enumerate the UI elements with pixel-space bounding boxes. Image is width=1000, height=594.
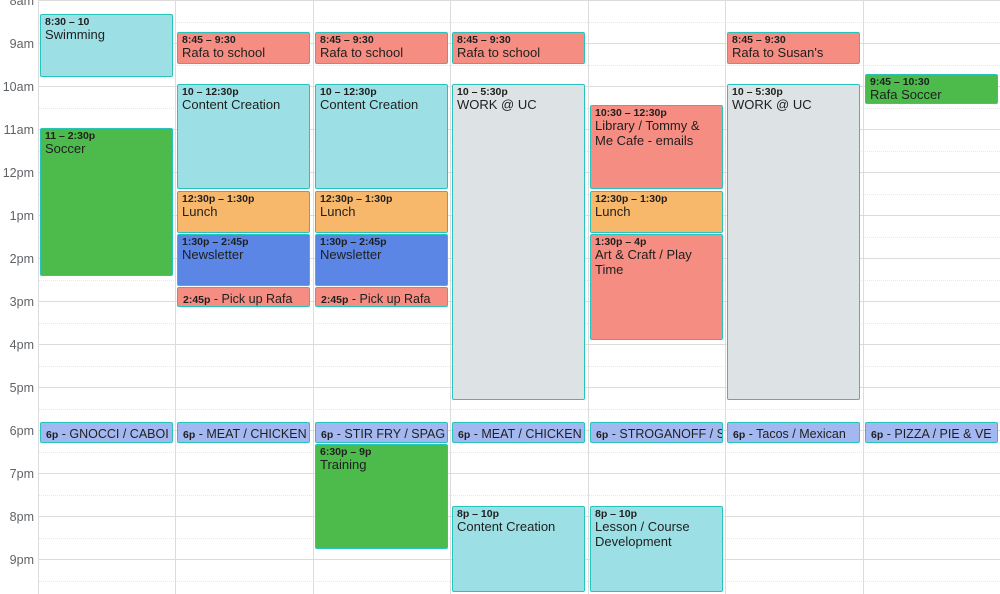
calendar-event[interactable]: 6p - PIZZA / PIE & VE <box>865 422 998 443</box>
calendar-event[interactable]: 6p - MEAT / CHICKEN <box>452 422 585 443</box>
time-label: 8pm <box>9 510 34 524</box>
event-title: WORK @ UC <box>732 97 812 112</box>
calendar-event[interactable]: 12:30p – 1:30p Lunch <box>590 191 723 233</box>
time-label: 6pm <box>9 424 34 438</box>
event-title: GNOCCI / CABOI <box>69 427 169 441</box>
calendar-event[interactable]: 6p - GNOCCI / CABOI <box>40 422 173 443</box>
calendar-event[interactable]: 1:30p – 2:45p Newsletter <box>315 234 448 286</box>
calendar-event[interactable]: 8p – 10p Lesson / Course Development <box>590 506 723 592</box>
event-title: Tacos / Mexican <box>756 427 846 441</box>
calendar-event[interactable]: 1:30p – 2:45p Newsletter <box>177 234 310 286</box>
calendar-event[interactable]: 6:30p – 9p Training <box>315 444 448 549</box>
event-title: Rafa Soccer <box>870 87 942 102</box>
event-title: Swimming <box>45 27 105 42</box>
calendar-event[interactable]: 8p – 10p Content Creation <box>452 506 585 592</box>
event-title: MEAT / CHICKEN <box>206 427 307 441</box>
calendar-event[interactable]: 10 – 12:30p Content Creation <box>315 84 448 189</box>
calendar-event[interactable]: 2:45p - Pick up Rafa <box>315 287 448 307</box>
calendar-event[interactable]: 8:45 – 9:30 Rafa to school <box>177 32 310 64</box>
event-separator: - <box>745 427 757 441</box>
time-label: 2pm <box>9 252 34 266</box>
calendar-event[interactable]: 8:45 – 9:30 Rafa to school <box>452 32 585 64</box>
calendar-event[interactable]: 9:45 – 10:30 Rafa Soccer <box>865 74 998 104</box>
event-title: Training <box>320 457 367 472</box>
day-column[interactable] <box>38 0 175 594</box>
event-title: Content Creation <box>182 97 281 112</box>
time-label: 3pm <box>9 295 34 309</box>
calendar-event[interactable]: 2:45p - Pick up Rafa <box>177 287 310 307</box>
time-label: 8am <box>9 0 34 8</box>
event-title: Lunch <box>595 204 631 219</box>
event-title: Rafa to school <box>457 45 541 60</box>
time-label: 11am <box>3 123 34 137</box>
time-label: 4pm <box>9 338 34 352</box>
event-separator: - <box>195 427 207 441</box>
time-label: 12pm <box>2 166 34 180</box>
event-time: 6p <box>46 429 59 441</box>
event-title: Rafa to school <box>182 45 266 60</box>
event-time: 6p <box>596 429 609 441</box>
event-separator: - <box>608 427 620 441</box>
event-title: Soccer <box>45 141 86 156</box>
event-time: 6p <box>321 429 334 441</box>
calendar-event[interactable]: 10:30 – 12:30p Library / Tommy & Me Cafe … <box>590 105 723 189</box>
event-title: Content Creation <box>457 519 556 534</box>
calendar-event[interactable]: 10 – 5:30p WORK @ UC <box>452 84 585 400</box>
event-time: 2:45p <box>321 294 349 306</box>
event-time: 6p <box>733 429 746 441</box>
time-label: 9am <box>9 37 34 51</box>
event-title: PIZZA / PIE & VE <box>894 427 992 441</box>
event-title: Lunch <box>320 204 356 219</box>
time-label: 1pm <box>9 209 34 223</box>
time-label: 5pm <box>9 381 34 395</box>
event-title: MEAT / CHICKEN <box>481 427 582 441</box>
calendar-event[interactable]: 1:30p – 4p Art & Craft / Play Time <box>590 234 723 340</box>
event-time: 2:45p <box>183 294 211 306</box>
event-separator: - <box>348 292 360 306</box>
time-label: 9pm <box>9 553 34 567</box>
calendar-event[interactable]: 12:30p – 1:30p Lunch <box>315 191 448 233</box>
event-title: Library / Tommy & Me Cafe - emails <box>595 118 700 148</box>
calendar-event[interactable]: 6p - MEAT / CHICKEN <box>177 422 310 443</box>
event-title: Art & Craft / Play Time <box>595 247 692 277</box>
event-title: Newsletter <box>320 247 382 262</box>
calendar-event[interactable]: 6p - STROGANOFF / S <box>590 422 723 443</box>
time-axis-gutter: 8am 9am 10am 11am 12pm 1pm 2pm 3pm 4pm 5pm 6pm 7pm 8… <box>0 0 38 594</box>
event-title: Rafa to Susan's <box>732 45 824 60</box>
event-title: Lesson / Course Development <box>595 519 690 549</box>
event-title: Lunch <box>182 204 218 219</box>
event-title: Newsletter <box>182 247 244 262</box>
calendar-event[interactable]: 10 – 5:30p WORK @ UC <box>727 84 860 400</box>
calendar-event[interactable]: 10 – 12:30p Content Creation <box>177 84 310 189</box>
calendar-week-view: 8am 9am 10am 11am 12pm 1pm 2pm 3pm 4pm 5pm 6pm 7pm 8… <box>0 0 1000 594</box>
calendar-event[interactable]: 8:45 – 9:30 Rafa to Susan's <box>727 32 860 64</box>
event-separator: - <box>470 427 482 441</box>
event-title: STIR FRY / SPAG <box>344 427 446 441</box>
calendar-event[interactable]: 6p - STIR FRY / SPAG <box>315 422 448 443</box>
time-label: 7pm <box>9 467 34 481</box>
event-title: Pick up Rafa <box>359 292 431 306</box>
calendar-event[interactable]: 8:45 – 9:30 Rafa to school <box>315 32 448 64</box>
event-separator: - <box>210 292 222 306</box>
event-title: Rafa to school <box>320 45 404 60</box>
calendar-event[interactable]: 6p - Tacos / Mexican <box>727 422 860 443</box>
event-time: 6p <box>871 429 884 441</box>
calendar-event[interactable]: 12:30p – 1:30p Lunch <box>177 191 310 233</box>
event-title: WORK @ UC <box>457 97 537 112</box>
calendar-grid: 8:30 – 10 Swimming 11 – 2:30p Soccer 6p - GN… <box>38 0 1000 594</box>
event-separator: - <box>333 427 345 441</box>
event-separator: - <box>58 427 70 441</box>
event-time: 6p <box>183 429 196 441</box>
event-separator: - <box>883 427 895 441</box>
calendar-event[interactable]: 8:30 – 10 Swimming <box>40 14 173 77</box>
calendar-event[interactable]: 11 – 2:30p Soccer <box>40 128 173 276</box>
event-title: Pick up Rafa <box>221 292 293 306</box>
event-title: STROGANOFF / S <box>619 427 723 441</box>
time-label: 10am <box>2 80 34 94</box>
event-title: Content Creation <box>320 97 419 112</box>
event-time: 6p <box>458 429 471 441</box>
